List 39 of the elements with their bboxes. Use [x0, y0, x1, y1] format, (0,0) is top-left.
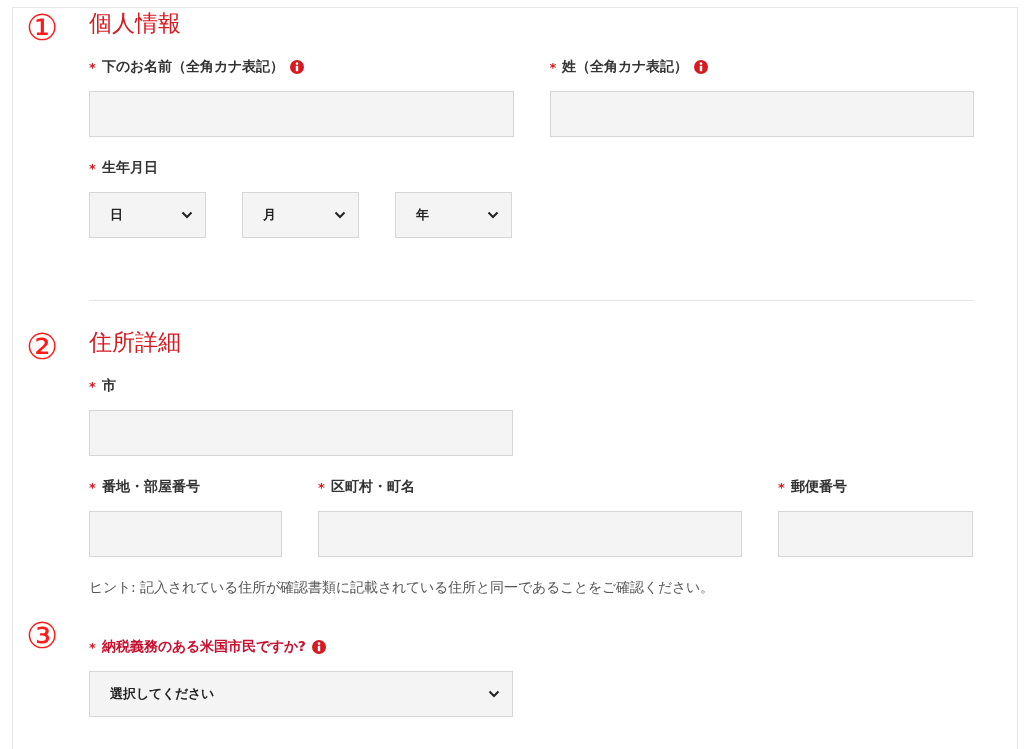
- dropdown[interactable]: 年: [395, 192, 512, 238]
- field-label: 市: [101, 377, 116, 395]
- text-field[interactable]: [778, 511, 973, 557]
- dropdown[interactable]: 月: [242, 192, 359, 238]
- field-label: 生年月日: [101, 159, 158, 177]
- chevron-down-icon: [181, 211, 193, 219]
- dropdown[interactable]: 日: [89, 192, 206, 238]
- dropdown[interactable]: 選択してください: [89, 671, 513, 717]
- field-label: 番地・部屋番号: [101, 478, 200, 496]
- step-number: ②: [26, 327, 60, 369]
- info-icon[interactable]: [289, 60, 304, 74]
- info-icon[interactable]: [694, 60, 709, 74]
- field-label: 郵便番号: [790, 478, 847, 496]
- field-label: 姓（全角カナ表記）: [562, 58, 689, 76]
- step-number: ③: [26, 616, 60, 658]
- info-icon[interactable]: [311, 640, 326, 654]
- chevron-down-icon: [487, 211, 499, 219]
- required-asterisk: *: [778, 479, 785, 495]
- field-label: 区町村・町名: [330, 478, 415, 496]
- required-asterisk: *: [89, 59, 96, 75]
- text-field[interactable]: [318, 511, 742, 557]
- text-field[interactable]: [89, 511, 282, 557]
- section-heading: 住所詳細: [89, 328, 182, 357]
- field-label: 下のお名前（全角カナ表記）: [101, 58, 284, 76]
- hint-text: ヒント: 記入されている住所が確認書類に記載されている住所と同一であることをご確認ください。: [89, 579, 716, 595]
- chevron-down-icon: [334, 211, 346, 219]
- field-label: 納税義務のある米国市民ですか?: [101, 638, 306, 656]
- chevron-down-icon: [488, 690, 500, 698]
- section-heading: 個人情報: [89, 9, 182, 38]
- required-asterisk: *: [549, 59, 557, 75]
- text-field[interactable]: [89, 410, 513, 456]
- required-asterisk: *: [89, 639, 96, 655]
- step-number: ①: [26, 8, 60, 50]
- text-field[interactable]: [549, 91, 974, 137]
- required-asterisk: *: [89, 479, 96, 495]
- required-asterisk: *: [89, 160, 96, 176]
- required-asterisk: *: [318, 479, 325, 495]
- required-asterisk: *: [89, 378, 96, 394]
- text-field[interactable]: [89, 91, 514, 137]
